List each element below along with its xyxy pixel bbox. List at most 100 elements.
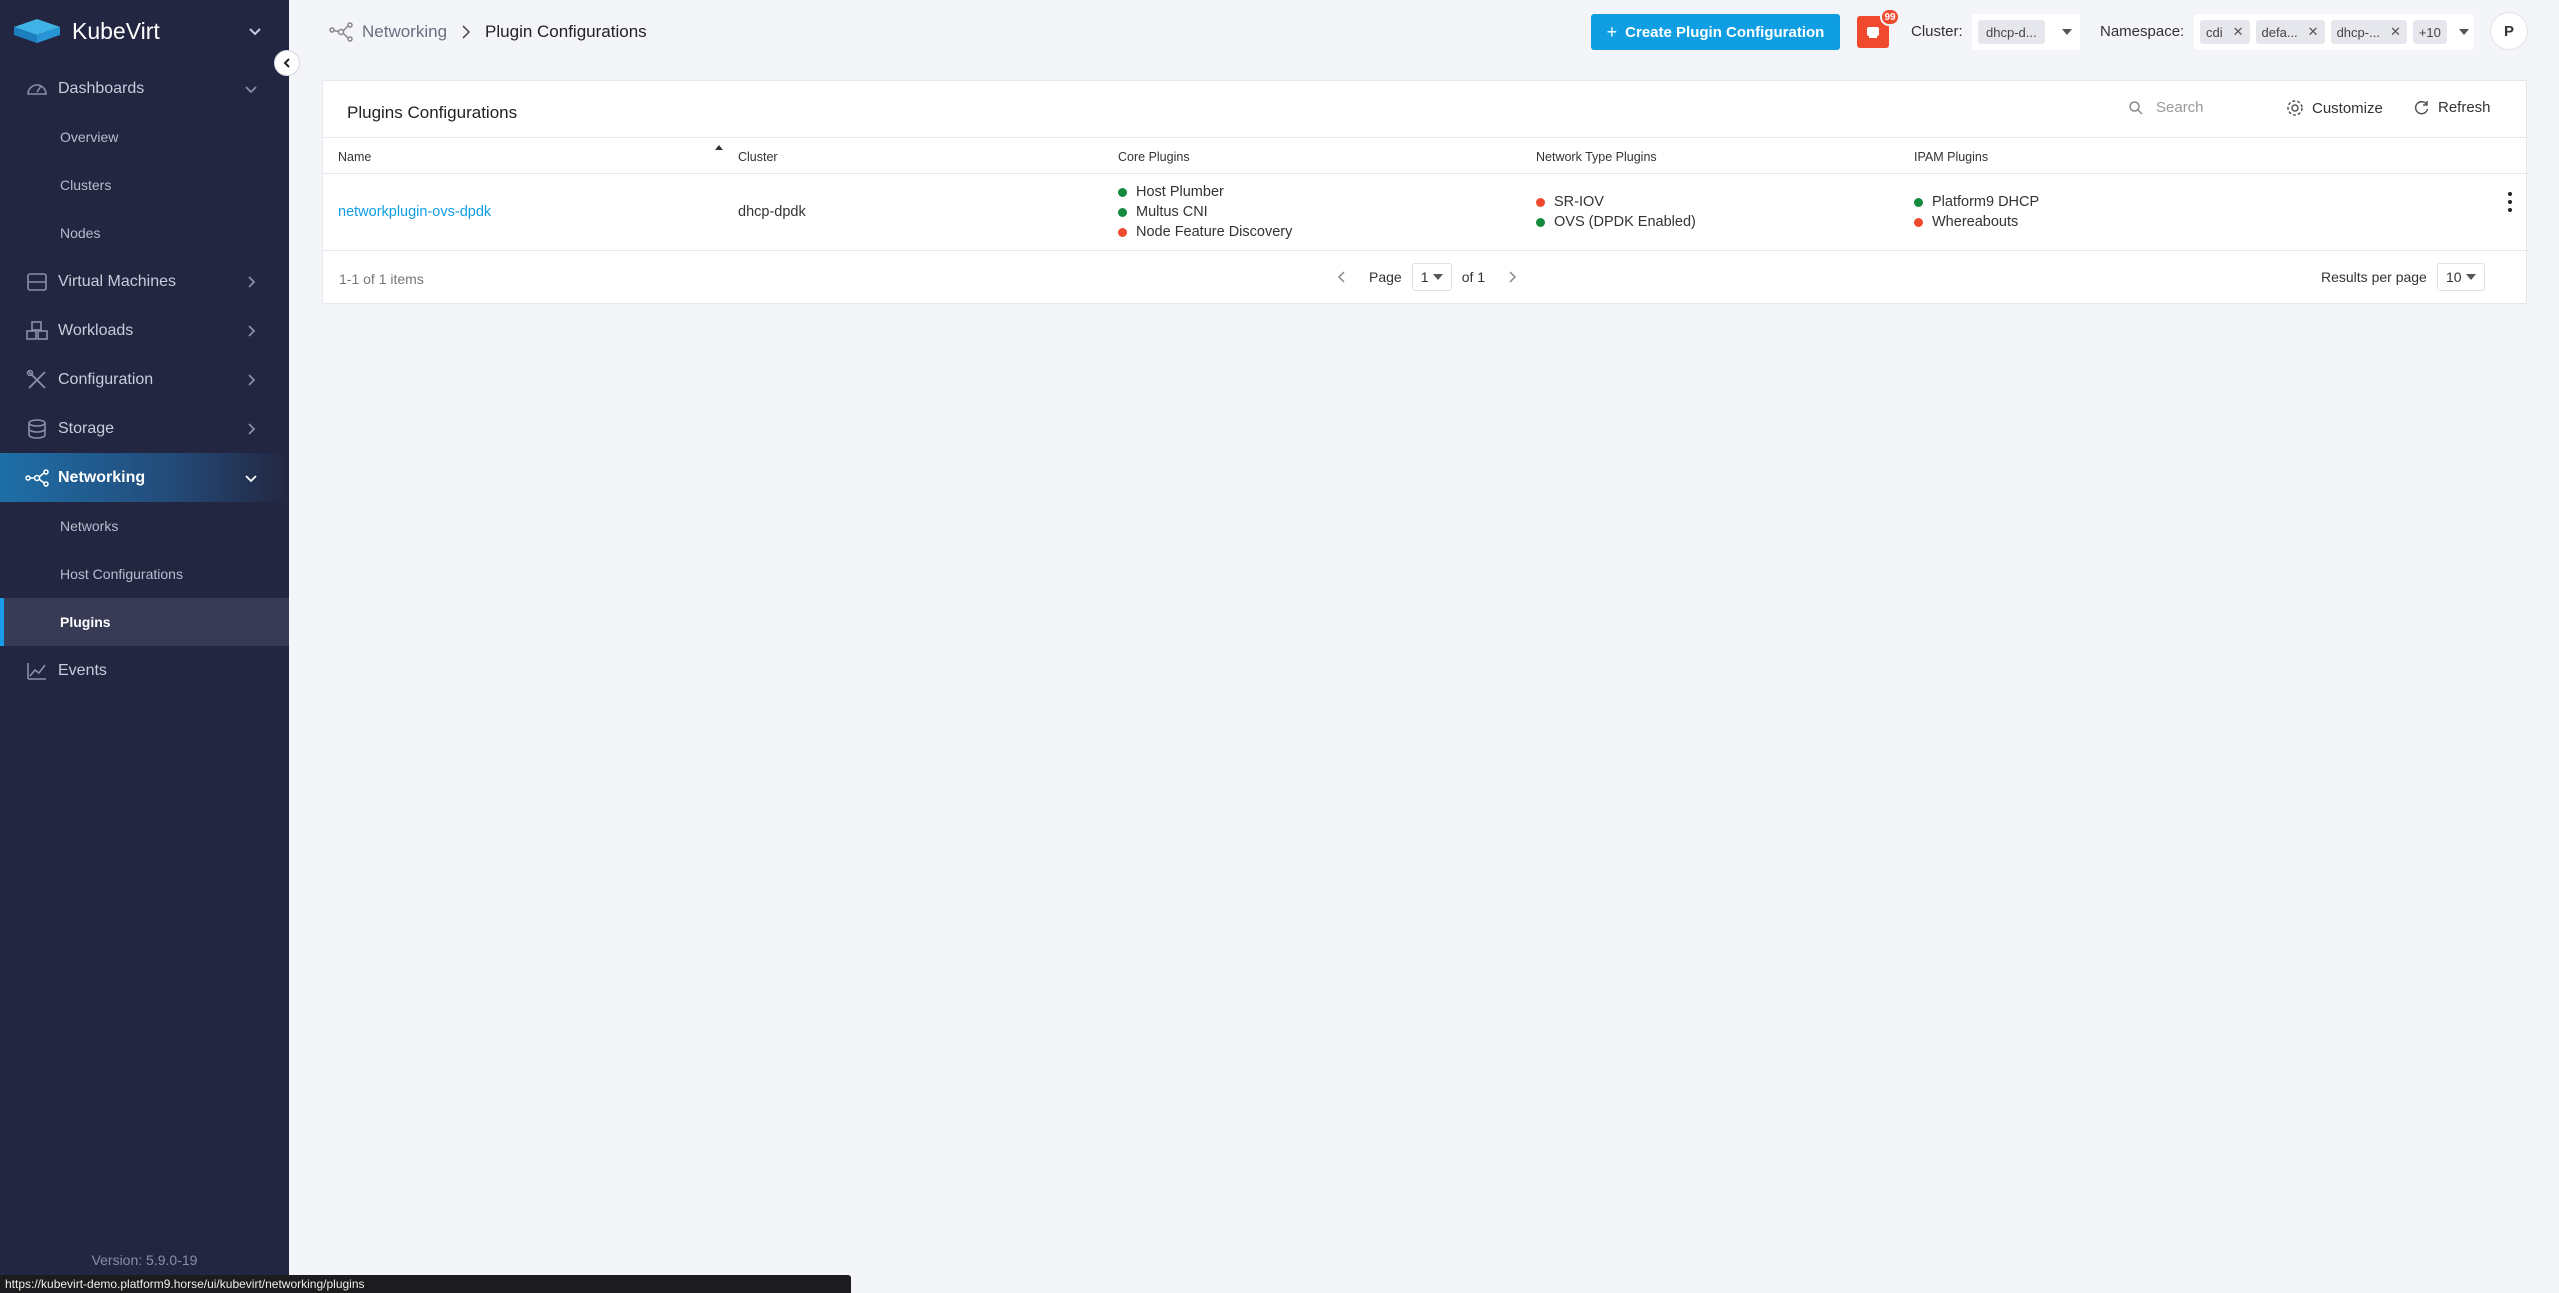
- sidebar-item-label: Networking: [58, 468, 146, 486]
- table-footer: 1-1 of 1 items Page 1 of 1 Results per p…: [323, 251, 2528, 305]
- namespace-chip: defa... ✕: [2255, 20, 2325, 44]
- chevron-right-icon: [248, 275, 256, 288]
- core-plugins-list: Host Plumber Multus CNI Node Feature Dis…: [1118, 182, 1292, 242]
- refresh-icon: [2414, 100, 2429, 115]
- brand-name: KubeVirt: [72, 17, 160, 44]
- status-label: OVS (DPDK Enabled): [1554, 214, 1696, 230]
- status-item: Node Feature Discovery: [1118, 222, 1292, 242]
- page-value: 1: [1420, 269, 1429, 285]
- ipam-plugins-list: Platform9 DHCP Whereabouts: [1914, 192, 2039, 232]
- collapse-sidebar-button[interactable]: [274, 50, 300, 76]
- cluster-cell: dhcp-dpdk: [738, 204, 806, 220]
- status-item: Host Plumber: [1118, 182, 1292, 202]
- status-dot-icon: [1536, 197, 1545, 207]
- namespace-select[interactable]: cdi ✕ defa... ✕ dhcp-... ✕ +10: [2194, 14, 2474, 50]
- database-icon: [28, 418, 46, 439]
- status-item: OVS (DPDK Enabled): [1536, 212, 1696, 232]
- chevron-right-icon[interactable]: [1505, 270, 1519, 284]
- sidebar-item-virtual-machines[interactable]: Virtual Machines: [0, 257, 289, 306]
- chevron-right-icon: [248, 422, 256, 435]
- breadcrumb-root[interactable]: Networking: [362, 22, 447, 42]
- sidebar-subitem-host-configurations[interactable]: Host Configurations: [0, 550, 289, 598]
- avatar[interactable]: P: [2490, 12, 2528, 50]
- chevron-left-icon[interactable]: [1335, 270, 1349, 284]
- search-input[interactable]: Search: [2128, 99, 2204, 116]
- status-item: Multus CNI: [1118, 202, 1292, 222]
- column-header-name[interactable]: Name: [338, 150, 371, 164]
- network-icon: [329, 22, 353, 42]
- breadcrumb-current: Plugin Configurations: [485, 22, 647, 41]
- breadcrumb: Networking Plugin Configurations: [328, 20, 647, 44]
- sidebar-subitem-plugins[interactable]: Plugins: [0, 598, 289, 646]
- close-icon[interactable]: ✕: [2308, 24, 2319, 40]
- caret-down-icon: [1432, 274, 1443, 280]
- status-label: Node Feature Discovery: [1136, 224, 1293, 240]
- chevron-down-icon[interactable]: [246, 22, 264, 40]
- sort-ascending-icon[interactable]: [715, 145, 723, 150]
- server-icon: [27, 272, 47, 291]
- column-header-core-plugins[interactable]: Core Plugins: [1118, 150, 1190, 164]
- sidebar-item-label: Workloads: [58, 321, 134, 339]
- column-header-cluster[interactable]: Cluster: [738, 150, 778, 164]
- status-item: Platform9 DHCP: [1914, 192, 2039, 212]
- plugin-name-link[interactable]: networkplugin-ovs-dpdk: [338, 204, 491, 220]
- brand[interactable]: KubeVirt: [0, 0, 289, 62]
- status-label: SR-IOV: [1554, 194, 1604, 210]
- caret-down-icon: [2062, 29, 2072, 35]
- close-icon[interactable]: ✕: [2233, 24, 2244, 40]
- card-title: Plugins Configurations: [347, 103, 518, 122]
- cluster-label: Cluster:: [1911, 23, 1963, 40]
- page-of: of 1: [1461, 269, 1486, 285]
- status-dot-icon: [1536, 217, 1545, 227]
- chevron-right-icon: [248, 324, 256, 337]
- status-item: Whereabouts: [1914, 212, 2039, 232]
- cluster-chip: dhcp-d...: [1978, 20, 2045, 44]
- sidebar-item-networking[interactable]: Networking: [0, 453, 289, 502]
- gear-icon: [2287, 100, 2303, 116]
- sidebar-item-label: Configuration: [58, 370, 154, 388]
- sidebar-item-dashboards[interactable]: Dashboards: [0, 64, 289, 113]
- namespace-chip-label: defa...: [2261, 24, 2298, 40]
- cubes-icon: [26, 320, 48, 340]
- page-label: Page: [1369, 269, 1402, 285]
- caret-down-icon: [2465, 274, 2476, 280]
- tools-icon: [26, 369, 46, 389]
- status-dot-icon: [1118, 227, 1127, 237]
- table-row[interactable]: networkplugin-ovs-dpdk dhcp-dpdk Host Pl…: [323, 174, 2528, 251]
- network-type-plugins-list: SR-IOV OVS (DPDK Enabled): [1536, 192, 1696, 232]
- sidebar-subitem-networks[interactable]: Networks: [0, 502, 289, 550]
- results-per-page-select[interactable]: 10: [2436, 263, 2485, 291]
- sidebar-item-workloads[interactable]: Workloads: [0, 306, 289, 355]
- sidebar-subitem-clusters[interactable]: Clusters: [0, 161, 289, 209]
- column-header-ipam-plugins[interactable]: IPAM Plugins: [1914, 150, 1988, 164]
- namespace-chip: dhcp-... ✕: [2330, 20, 2407, 44]
- customize-button[interactable]: Customize: [2286, 99, 2383, 117]
- sidebar-subitem-label: Nodes: [60, 225, 101, 241]
- row-actions-kebab-icon[interactable]: [2507, 192, 2513, 212]
- namespace-chip-label: cdi: [2206, 24, 2223, 40]
- search-placeholder: Search: [2156, 99, 2204, 116]
- results-per-page-label: Results per page: [2321, 269, 2427, 285]
- sidebar-item-label: Dashboards: [58, 79, 145, 97]
- sidebar-item-storage[interactable]: Storage: [0, 404, 289, 453]
- sidebar-subitem-overview[interactable]: Overview: [0, 113, 289, 161]
- sidebar-item-configuration[interactable]: Configuration: [0, 355, 289, 404]
- page-select[interactable]: 1: [1411, 263, 1452, 291]
- chevron-down-icon: [245, 85, 257, 93]
- column-header-network-type-plugins[interactable]: Network Type Plugins: [1536, 150, 1657, 164]
- sidebar-item-label: Virtual Machines: [58, 272, 176, 290]
- close-icon[interactable]: ✕: [2390, 24, 2401, 40]
- sidebar-subitem-label: Networks: [60, 518, 119, 534]
- network-icon: [25, 468, 49, 487]
- refresh-button[interactable]: Refresh: [2413, 99, 2491, 116]
- sidebar-subitem-nodes[interactable]: Nodes: [0, 209, 289, 257]
- sidebar-item-events[interactable]: Events: [0, 646, 289, 695]
- status-label: Multus CNI: [1136, 204, 1208, 220]
- plugins-configurations-card: Plugins Configurations Search Customize …: [322, 80, 2528, 305]
- create-plugin-configuration-button[interactable]: + Create Plugin Configuration: [1591, 14, 1840, 50]
- create-button-label: Create Plugin Configuration: [1625, 23, 1825, 41]
- caret-down-icon: [2458, 29, 2469, 35]
- kubevirt-logo-icon: [14, 19, 60, 43]
- bell-icon: [1867, 27, 1879, 38]
- cluster-select[interactable]: dhcp-d...: [1972, 14, 2080, 50]
